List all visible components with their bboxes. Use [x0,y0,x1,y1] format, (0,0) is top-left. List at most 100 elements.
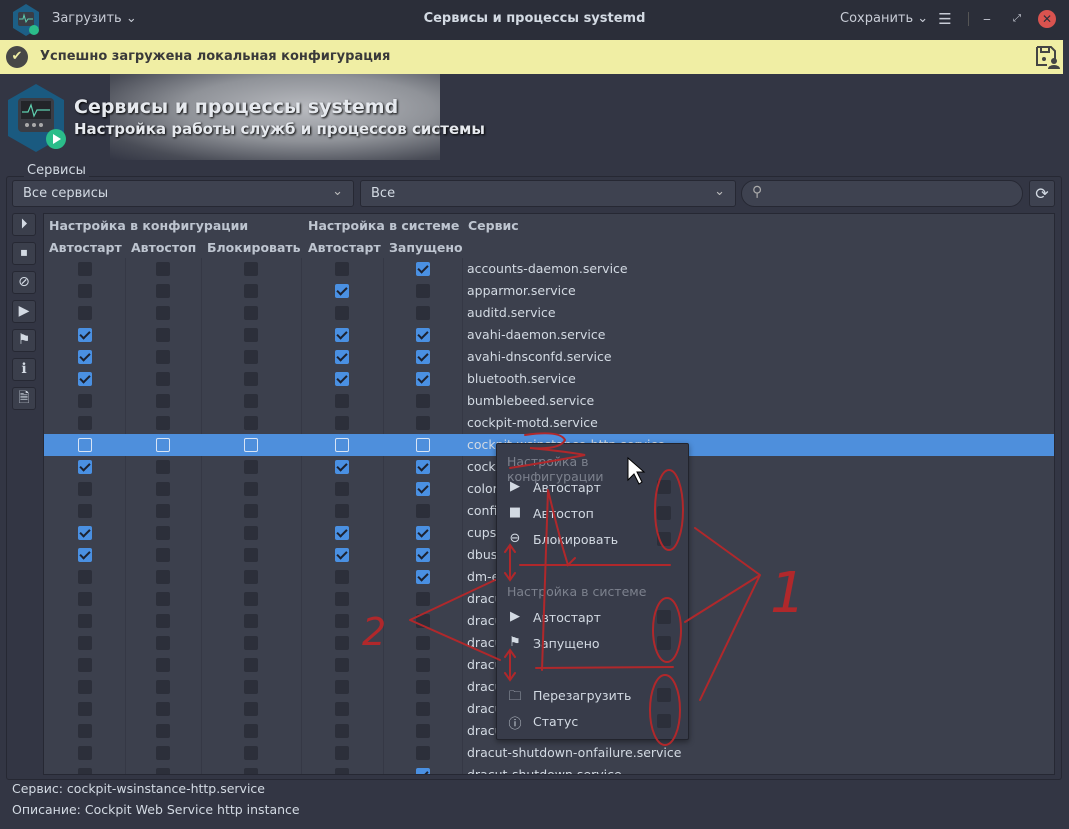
checkbox-cfg-block[interactable] [244,394,258,408]
checkbox-cfg-stop[interactable] [156,592,170,606]
checkbox-cfg-stop[interactable] [156,548,170,562]
checkbox-cfg-auto[interactable] [78,702,92,716]
view-log-button[interactable]: 🗎 [12,387,36,410]
checkbox-cfg-stop[interactable] [156,306,170,320]
checkbox-running[interactable] [416,702,430,716]
hamburger-menu-icon[interactable]: ☰ [936,10,954,28]
close-button[interactable]: ✕ [1038,10,1056,28]
checkbox-cfg-block[interactable] [244,482,258,496]
table-row[interactable]: cockpit-motd.service [44,412,1054,434]
checkbox-cfg-auto[interactable] [78,724,92,738]
checkbox-cfg-auto[interactable] [78,592,92,606]
checkbox-sys-auto[interactable] [335,636,349,650]
checkbox-cfg-block[interactable] [244,680,258,694]
header-cfg-autostop[interactable]: Автостоп [131,240,196,255]
checkbox-running[interactable] [416,636,430,650]
checkbox-cfg-stop[interactable] [156,482,170,496]
checkbox-sys-auto[interactable] [335,328,349,342]
checkbox-sys-auto[interactable] [335,438,349,452]
checkbox-cfg-stop[interactable] [156,746,170,760]
checkbox-sys-auto[interactable] [335,658,349,672]
checkbox-cfg-block[interactable] [244,658,258,672]
menu-item-cfg-autostart[interactable]: ▶ Автостарт [497,475,688,501]
checkbox-sys-auto[interactable] [335,284,349,298]
checkbox-sys-auto[interactable] [335,350,349,364]
checkbox-cfg-block[interactable] [244,724,258,738]
checkbox-running[interactable] [416,724,430,738]
save-user-icon[interactable] [1034,44,1060,70]
checkbox-cfg-auto[interactable] [78,526,92,540]
checkbox-running[interactable] [416,746,430,760]
checkbox-running[interactable] [416,372,430,386]
checkbox-cfg-block[interactable] [244,262,258,276]
checkbox-cfg-auto[interactable] [78,482,92,496]
checkbox-cfg-stop[interactable] [156,636,170,650]
checkbox-cfg-auto[interactable] [78,438,92,452]
table-row[interactable]: bluetooth.service [44,368,1054,390]
checkbox-cfg-block[interactable] [244,350,258,364]
checkbox-cfg-auto[interactable] [78,350,92,364]
checkbox-running[interactable] [416,658,430,672]
checkbox[interactable] [657,610,671,624]
checkbox-sys-auto[interactable] [335,768,349,774]
checkbox[interactable] [657,714,671,728]
checkbox[interactable] [657,480,671,494]
running-button[interactable]: ⚑ [12,329,36,352]
checkbox-cfg-stop[interactable] [156,702,170,716]
checkbox-cfg-auto[interactable] [78,306,92,320]
checkbox-cfg-block[interactable] [244,306,258,320]
autostart-button[interactable]: ⏵ [12,213,36,236]
checkbox-cfg-stop[interactable] [156,526,170,540]
checkbox-sys-auto[interactable] [335,724,349,738]
checkbox-cfg-block[interactable] [244,570,258,584]
checkbox-sys-auto[interactable] [335,680,349,694]
checkbox-sys-auto[interactable] [335,482,349,496]
checkbox-cfg-block[interactable] [244,328,258,342]
checkbox-cfg-block[interactable] [244,460,258,474]
start-button[interactable]: ▶ [12,300,36,323]
checkbox-sys-auto[interactable] [335,460,349,474]
checkbox[interactable] [657,532,671,546]
checkbox-cfg-auto[interactable] [78,394,92,408]
checkbox-sys-auto[interactable] [335,702,349,716]
checkbox-sys-auto[interactable] [335,614,349,628]
menu-item-reload[interactable]: 🗀 Перезагрузить [497,683,688,709]
table-row[interactable]: auditd.service [44,302,1054,324]
table-row[interactable]: avahi-dnsconfd.service [44,346,1054,368]
checkbox-cfg-auto[interactable] [78,416,92,430]
checkbox-cfg-auto[interactable] [78,262,92,276]
table-row[interactable]: avahi-daemon.service [44,324,1054,346]
checkbox-cfg-stop[interactable] [156,724,170,738]
header-cfg-autostart[interactable]: Автостарт [49,240,122,255]
refresh-button[interactable]: ⟳ [1029,180,1055,207]
checkbox-running[interactable] [416,394,430,408]
info-button[interactable]: ℹ [12,358,36,381]
maximize-button[interactable]: ⤢ [1008,10,1026,28]
checkbox-cfg-stop[interactable] [156,328,170,342]
checkbox[interactable] [657,688,671,702]
menu-item-status[interactable]: ⓘ Статус [497,709,688,735]
checkbox-sys-auto[interactable] [335,262,349,276]
checkbox-sys-auto[interactable] [335,504,349,518]
menu-item-sys-autostart[interactable]: ▶ Автостарт [497,605,688,631]
checkbox-cfg-auto[interactable] [78,658,92,672]
checkbox-cfg-block[interactable] [244,614,258,628]
checkbox-cfg-stop[interactable] [156,262,170,276]
checkbox-sys-auto[interactable] [335,306,349,320]
table-row[interactable]: dracut-shutdown-onfailure.service [44,742,1054,764]
checkbox-running[interactable] [416,350,430,364]
checkbox-running[interactable] [416,284,430,298]
checkbox-running[interactable] [416,570,430,584]
checkbox-running[interactable] [416,328,430,342]
menu-item-cfg-block[interactable]: ⊖ Блокировать [497,527,688,553]
checkbox-cfg-block[interactable] [244,284,258,298]
checkbox-running[interactable] [416,504,430,518]
menu-item-cfg-autostop[interactable]: ■ Автостоп [497,501,688,527]
checkbox[interactable] [657,506,671,520]
checkbox-cfg-block[interactable] [244,702,258,716]
checkbox-cfg-block[interactable] [244,636,258,650]
minimize-button[interactable]: ‒ [978,10,996,28]
checkbox-cfg-block[interactable] [244,416,258,430]
checkbox-cfg-stop[interactable] [156,350,170,364]
checkbox-sys-auto[interactable] [335,526,349,540]
